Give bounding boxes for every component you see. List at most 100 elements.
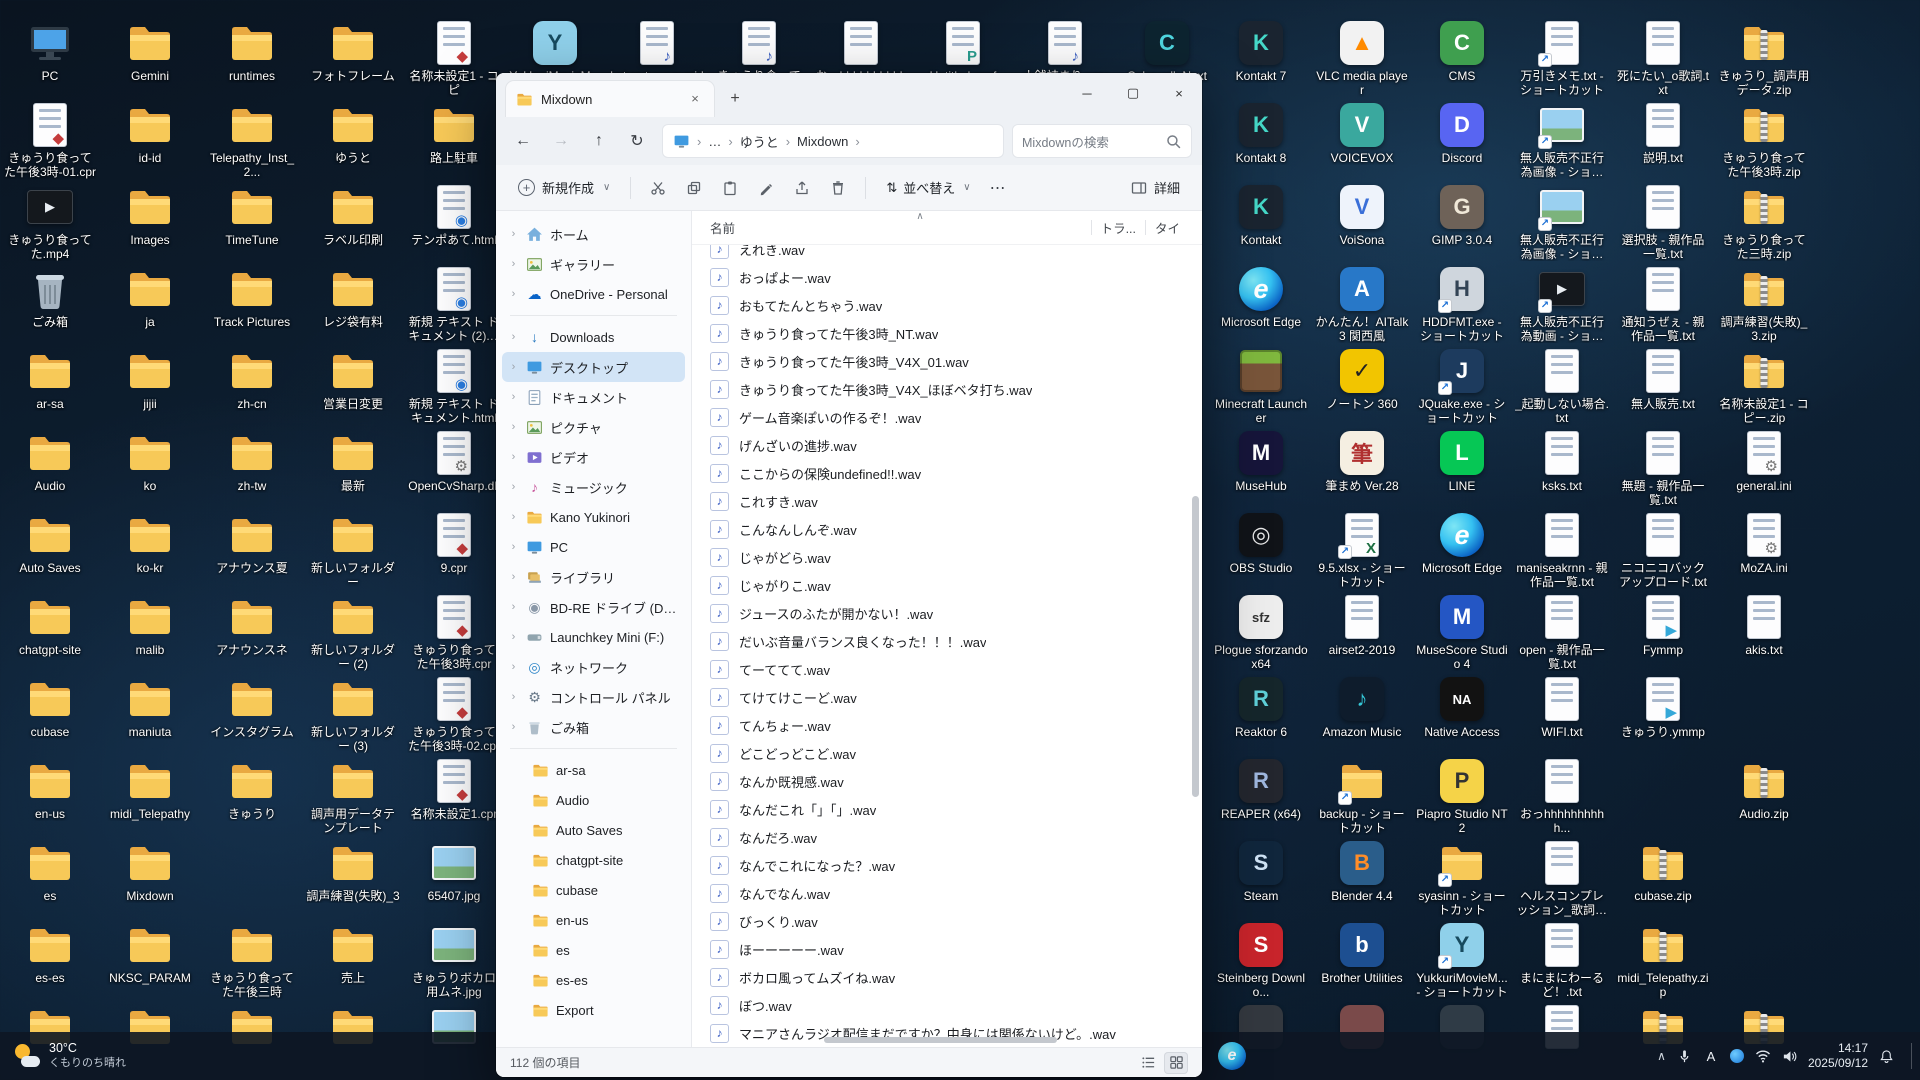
- file-row[interactable]: ♪ ボカロ風ってムズイね.wav: [700, 963, 1202, 991]
- new-tab-button[interactable]: +: [720, 84, 750, 114]
- file-row[interactable]: ♪ じゃがどら.wav: [700, 543, 1202, 571]
- breadcrumb-overflow[interactable]: …: [708, 134, 721, 149]
- desktop-icon[interactable]: ▶↗無人販売不正行為動画 - ショートカット: [1514, 264, 1610, 346]
- tab-close-icon[interactable]: ×: [686, 90, 704, 108]
- desktop-icon[interactable]: きゅうりボカロ用ムネ.jpg: [406, 920, 502, 1002]
- desktop-icon[interactable]: きゅうり食ってた午後3時.zip: [1716, 100, 1812, 182]
- desktop-icon[interactable]: ◆ 9.cpr: [406, 510, 502, 592]
- taskbar-clock[interactable]: 14:17 2025/09/12: [1808, 1041, 1868, 1071]
- desktop-icon[interactable]: S Steinberg Downlo...: [1213, 920, 1309, 1002]
- vertical-scrollbar-thumb[interactable]: [1192, 495, 1199, 798]
- desktop-icon[interactable]: 無題 - 親作品一覧.txt: [1615, 428, 1711, 510]
- desktop-icon[interactable]: アナウンスネ: [204, 592, 300, 674]
- sidebar-item-16[interactable]: › ごみ箱: [502, 712, 685, 742]
- file-row[interactable]: ♪ ジュースのふたが開かない！.wav: [700, 599, 1202, 627]
- wifi-icon[interactable]: [1755, 1049, 1771, 1063]
- desktop-icon[interactable]: L LINE: [1414, 428, 1510, 510]
- desktop-icon[interactable]: ◆ きゅうり食ってた午後3時-01.cpr: [2, 100, 98, 182]
- desktop-icon[interactable]: maniuta: [102, 674, 198, 756]
- desktop-icon[interactable]: ◉ テンポあて.html: [406, 182, 502, 264]
- desktop-icon[interactable]: b Brother Utilities: [1314, 920, 1410, 1002]
- desktop-icon[interactable]: インスタグラム: [204, 674, 300, 756]
- breadcrumb-item-current[interactable]: Mixdown: [797, 134, 848, 149]
- desktop-icon[interactable]: PC: [2, 18, 98, 100]
- desktop-icon[interactable]: ヘルスコンプレッション_歌詞.txt: [1514, 838, 1610, 920]
- chevron-right-icon[interactable]: ›: [508, 288, 519, 300]
- forward-button[interactable]: →: [544, 124, 578, 158]
- sidebar-item-4[interactable]: › デスクトップ: [502, 352, 685, 382]
- chevron-right-icon[interactable]: ›: [508, 571, 519, 583]
- sidebar-item-1[interactable]: › ギャラリー: [502, 249, 685, 279]
- file-row[interactable]: ♪ ぼつ.wav: [700, 991, 1202, 1019]
- chevron-right-icon[interactable]: ›: [508, 421, 519, 433]
- chevron-right-icon[interactable]: ›: [508, 541, 519, 553]
- sidebar-item-9[interactable]: › Kano Yukinori: [502, 502, 685, 532]
- horizontal-scrollbar[interactable]: [716, 1036, 1132, 1044]
- desktop-icon[interactable]: akis.txt: [1716, 592, 1812, 674]
- desktop-icon[interactable]: 調声練習(失敗)_3: [305, 838, 401, 920]
- sidebar-item-0[interactable]: › ホーム: [502, 219, 685, 249]
- desktop-icon[interactable]: e Microsoft Edge: [1414, 510, 1510, 592]
- close-button[interactable]: ×: [1156, 73, 1202, 113]
- back-button[interactable]: ←: [506, 124, 540, 158]
- desktop-icon[interactable]: M MuseScore Studio 4: [1414, 592, 1510, 674]
- breadcrumb-item[interactable]: ゆうと: [740, 132, 779, 151]
- file-row[interactable]: ♪ なんだろ.wav: [700, 823, 1202, 851]
- more-options-button[interactable]: ⋯: [983, 173, 1013, 203]
- desktop-icon[interactable]: D Discord: [1414, 100, 1510, 182]
- desktop-icon[interactable]: ◉ 新規 テキスト ドキュメント.html: [406, 346, 502, 428]
- notification-bell-icon[interactable]: [1879, 1049, 1894, 1064]
- desktop-icon[interactable]: おっhhhhhhhhhh...: [1514, 756, 1610, 838]
- desktop-icon[interactable]: K Kontakt 7: [1213, 18, 1309, 100]
- file-row[interactable]: ♪ ゲーム音楽ぽいの作るぞ！.wav: [700, 403, 1202, 431]
- desktop-icon[interactable]: ▲ VLC media player: [1314, 18, 1410, 100]
- desktop-icon[interactable]: 名称未設定1 - コピー.zip: [1716, 346, 1812, 428]
- desktop-icon[interactable]: zh-cn: [204, 346, 300, 428]
- desktop-icon[interactable]: ▶ Fymmp: [1615, 592, 1711, 674]
- desktop-icon[interactable]: TimeTune: [204, 182, 300, 264]
- desktop-icon[interactable]: Minecraft Launcher: [1213, 346, 1309, 428]
- desktop-icon[interactable]: V VOICEVOX: [1314, 100, 1410, 182]
- refresh-button[interactable]: ↻: [620, 124, 654, 158]
- desktop-icon[interactable]: Auto Saves: [2, 510, 98, 592]
- sidebar-item-25[interactable]: Export: [502, 995, 685, 1025]
- desktop-icon[interactable]: G GIMP 3.0.4: [1414, 182, 1510, 264]
- desktop-icon[interactable]: K Kontakt 8: [1213, 100, 1309, 182]
- desktop-icon[interactable]: en-us: [2, 756, 98, 838]
- desktop-icon[interactable]: ◎ OBS Studio: [1213, 510, 1309, 592]
- sidebar-item-13[interactable]: › Launchkey Mini (F:): [502, 622, 685, 652]
- desktop-icon[interactable]: B Blender 4.4: [1314, 838, 1410, 920]
- details-toggle-button[interactable]: 詳細: [1121, 172, 1190, 203]
- desktop-icon[interactable]: ◆ 名称未設定1.cpr: [406, 756, 502, 838]
- weather-widget[interactable]: 30°C くもりのち晴れ: [0, 1032, 140, 1080]
- thumbnail-view-button[interactable]: [1164, 1051, 1188, 1074]
- desktop-icon[interactable]: ja: [102, 264, 198, 346]
- desktop-icon[interactable]: chatgpt-site: [2, 592, 98, 674]
- chevron-right-icon[interactable]: ›: [508, 481, 519, 493]
- desktop-icon[interactable]: 説明.txt: [1615, 100, 1711, 182]
- file-row[interactable]: ♪ だいぶ音量バランス良くなった！！！.wav: [700, 627, 1202, 655]
- desktop-icon[interactable]: malib: [102, 592, 198, 674]
- share-button[interactable]: [785, 171, 819, 205]
- desktop-icon[interactable]: Track Pictures: [204, 264, 300, 346]
- sort-button[interactable]: ⇅ 並べ替え ∨: [876, 172, 980, 203]
- chevron-right-icon[interactable]: ›: [508, 631, 519, 643]
- desktop-icon[interactable]: ◆ きゅうり食ってた午後3時-02.cpr: [406, 674, 502, 756]
- file-row[interactable]: ♪ てんちょー.wav: [700, 711, 1202, 739]
- desktop-icon[interactable]: ✓ ノートン 360: [1314, 346, 1410, 428]
- desktop-icon[interactable]: ↗ 無人販売不正行為画像 - ショートカット: [1514, 182, 1610, 264]
- file-row[interactable]: ♪ これすき.wav: [700, 487, 1202, 515]
- desktop-icon[interactable]: ◆ 名称未設定1 - コピ: [406, 18, 502, 100]
- desktop-icon[interactable]: 選択肢 - 親作品一覧.txt: [1615, 182, 1711, 264]
- column-header-title[interactable]: タイ: [1155, 218, 1180, 237]
- microphone-icon[interactable]: [1677, 1049, 1692, 1064]
- show-desktop-button[interactable]: [1911, 1043, 1912, 1069]
- desktop-icon[interactable]: ko-kr: [102, 510, 198, 592]
- desktop-icon[interactable]: アナウンス夏: [204, 510, 300, 592]
- desktop-icon[interactable]: Audio: [2, 428, 98, 510]
- desktop-icon[interactable]: M MuseHub: [1213, 428, 1309, 510]
- sidebar-item-22[interactable]: en-us: [502, 905, 685, 935]
- sidebar-item-17[interactable]: ar-sa: [502, 755, 685, 785]
- desktop-icon[interactable]: Audio.zip: [1716, 756, 1812, 838]
- desktop-icon[interactable]: 死にたい_o歌詞.txt: [1615, 18, 1711, 100]
